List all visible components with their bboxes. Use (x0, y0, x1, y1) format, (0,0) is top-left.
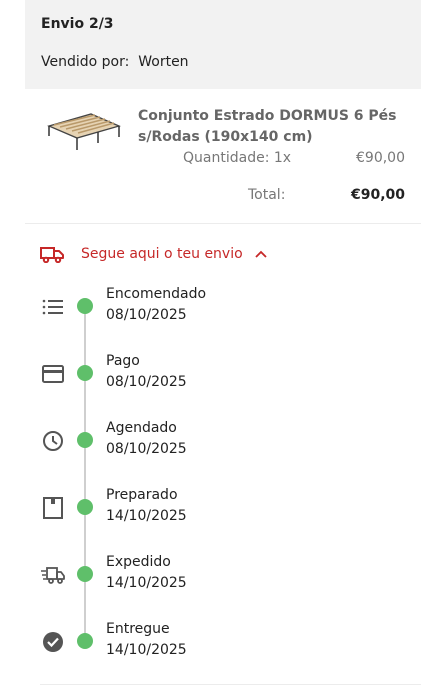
step-date: 08/10/2025 (106, 307, 187, 323)
step-label: Agendado (106, 420, 177, 436)
divider (40, 684, 421, 685)
status-dot (77, 566, 93, 582)
product-name[interactable]: Conjunto Estrado DORMUS 6 Pés s/Rodas (1… (138, 106, 408, 148)
step-label: Expedido (106, 554, 171, 570)
status-dot (77, 432, 93, 448)
seller-info: Vendido por: Worten (41, 54, 189, 70)
status-dot (77, 499, 93, 515)
timeline-step-entregue: Entregue 14/10/2025 (0, 621, 446, 665)
shipment-title: Envio 2/3 (41, 16, 114, 32)
status-dot (77, 633, 93, 649)
step-date: 14/10/2025 (106, 508, 187, 524)
timeline-step-agendado: Agendado 08/10/2025 (0, 420, 446, 464)
step-label: Preparado (106, 487, 178, 503)
step-date: 08/10/2025 (106, 441, 187, 457)
check-circle-icon (43, 632, 63, 652)
quantity-label: Quantidade: 1x (183, 150, 292, 166)
step-label: Encomendado (106, 286, 207, 302)
step-label: Pago (106, 353, 140, 369)
timeline-step-expedido: Expedido 14/10/2025 (0, 554, 446, 598)
shipping-truck-icon (41, 567, 65, 584)
list-icon (42, 299, 63, 315)
track-shipment-toggle[interactable]: Segue aqui o teu envio (40, 243, 267, 265)
shipment-header: Envio 2/3 Vendido por: Worten (25, 0, 421, 89)
status-dot (77, 298, 93, 314)
timeline-step-encomendado: Encomendado 08/10/2025 (0, 286, 446, 330)
clock-icon (43, 431, 63, 451)
status-dot (77, 365, 93, 381)
step-date: 08/10/2025 (106, 374, 187, 390)
step-date: 14/10/2025 (106, 642, 187, 658)
box-icon (43, 497, 63, 519)
step-date: 14/10/2025 (106, 575, 187, 591)
bed-frame-image (47, 113, 121, 150)
total-label: Total: (248, 187, 286, 203)
timeline-step-pago: Pago 08/10/2025 (0, 353, 446, 397)
chevron-up-icon (255, 250, 267, 258)
unit-price: €90,00 (356, 150, 405, 166)
step-label: Entregue (106, 621, 170, 637)
product-row: Conjunto Estrado DORMUS 6 Pés s/Rodas (1… (25, 90, 421, 224)
credit-card-icon (42, 365, 64, 383)
track-shipment-label: Segue aqui o teu envio (81, 246, 243, 262)
delivery-truck-icon (40, 247, 64, 263)
timeline-step-preparado: Preparado 14/10/2025 (0, 487, 446, 531)
total-value: €90,00 (350, 187, 405, 203)
